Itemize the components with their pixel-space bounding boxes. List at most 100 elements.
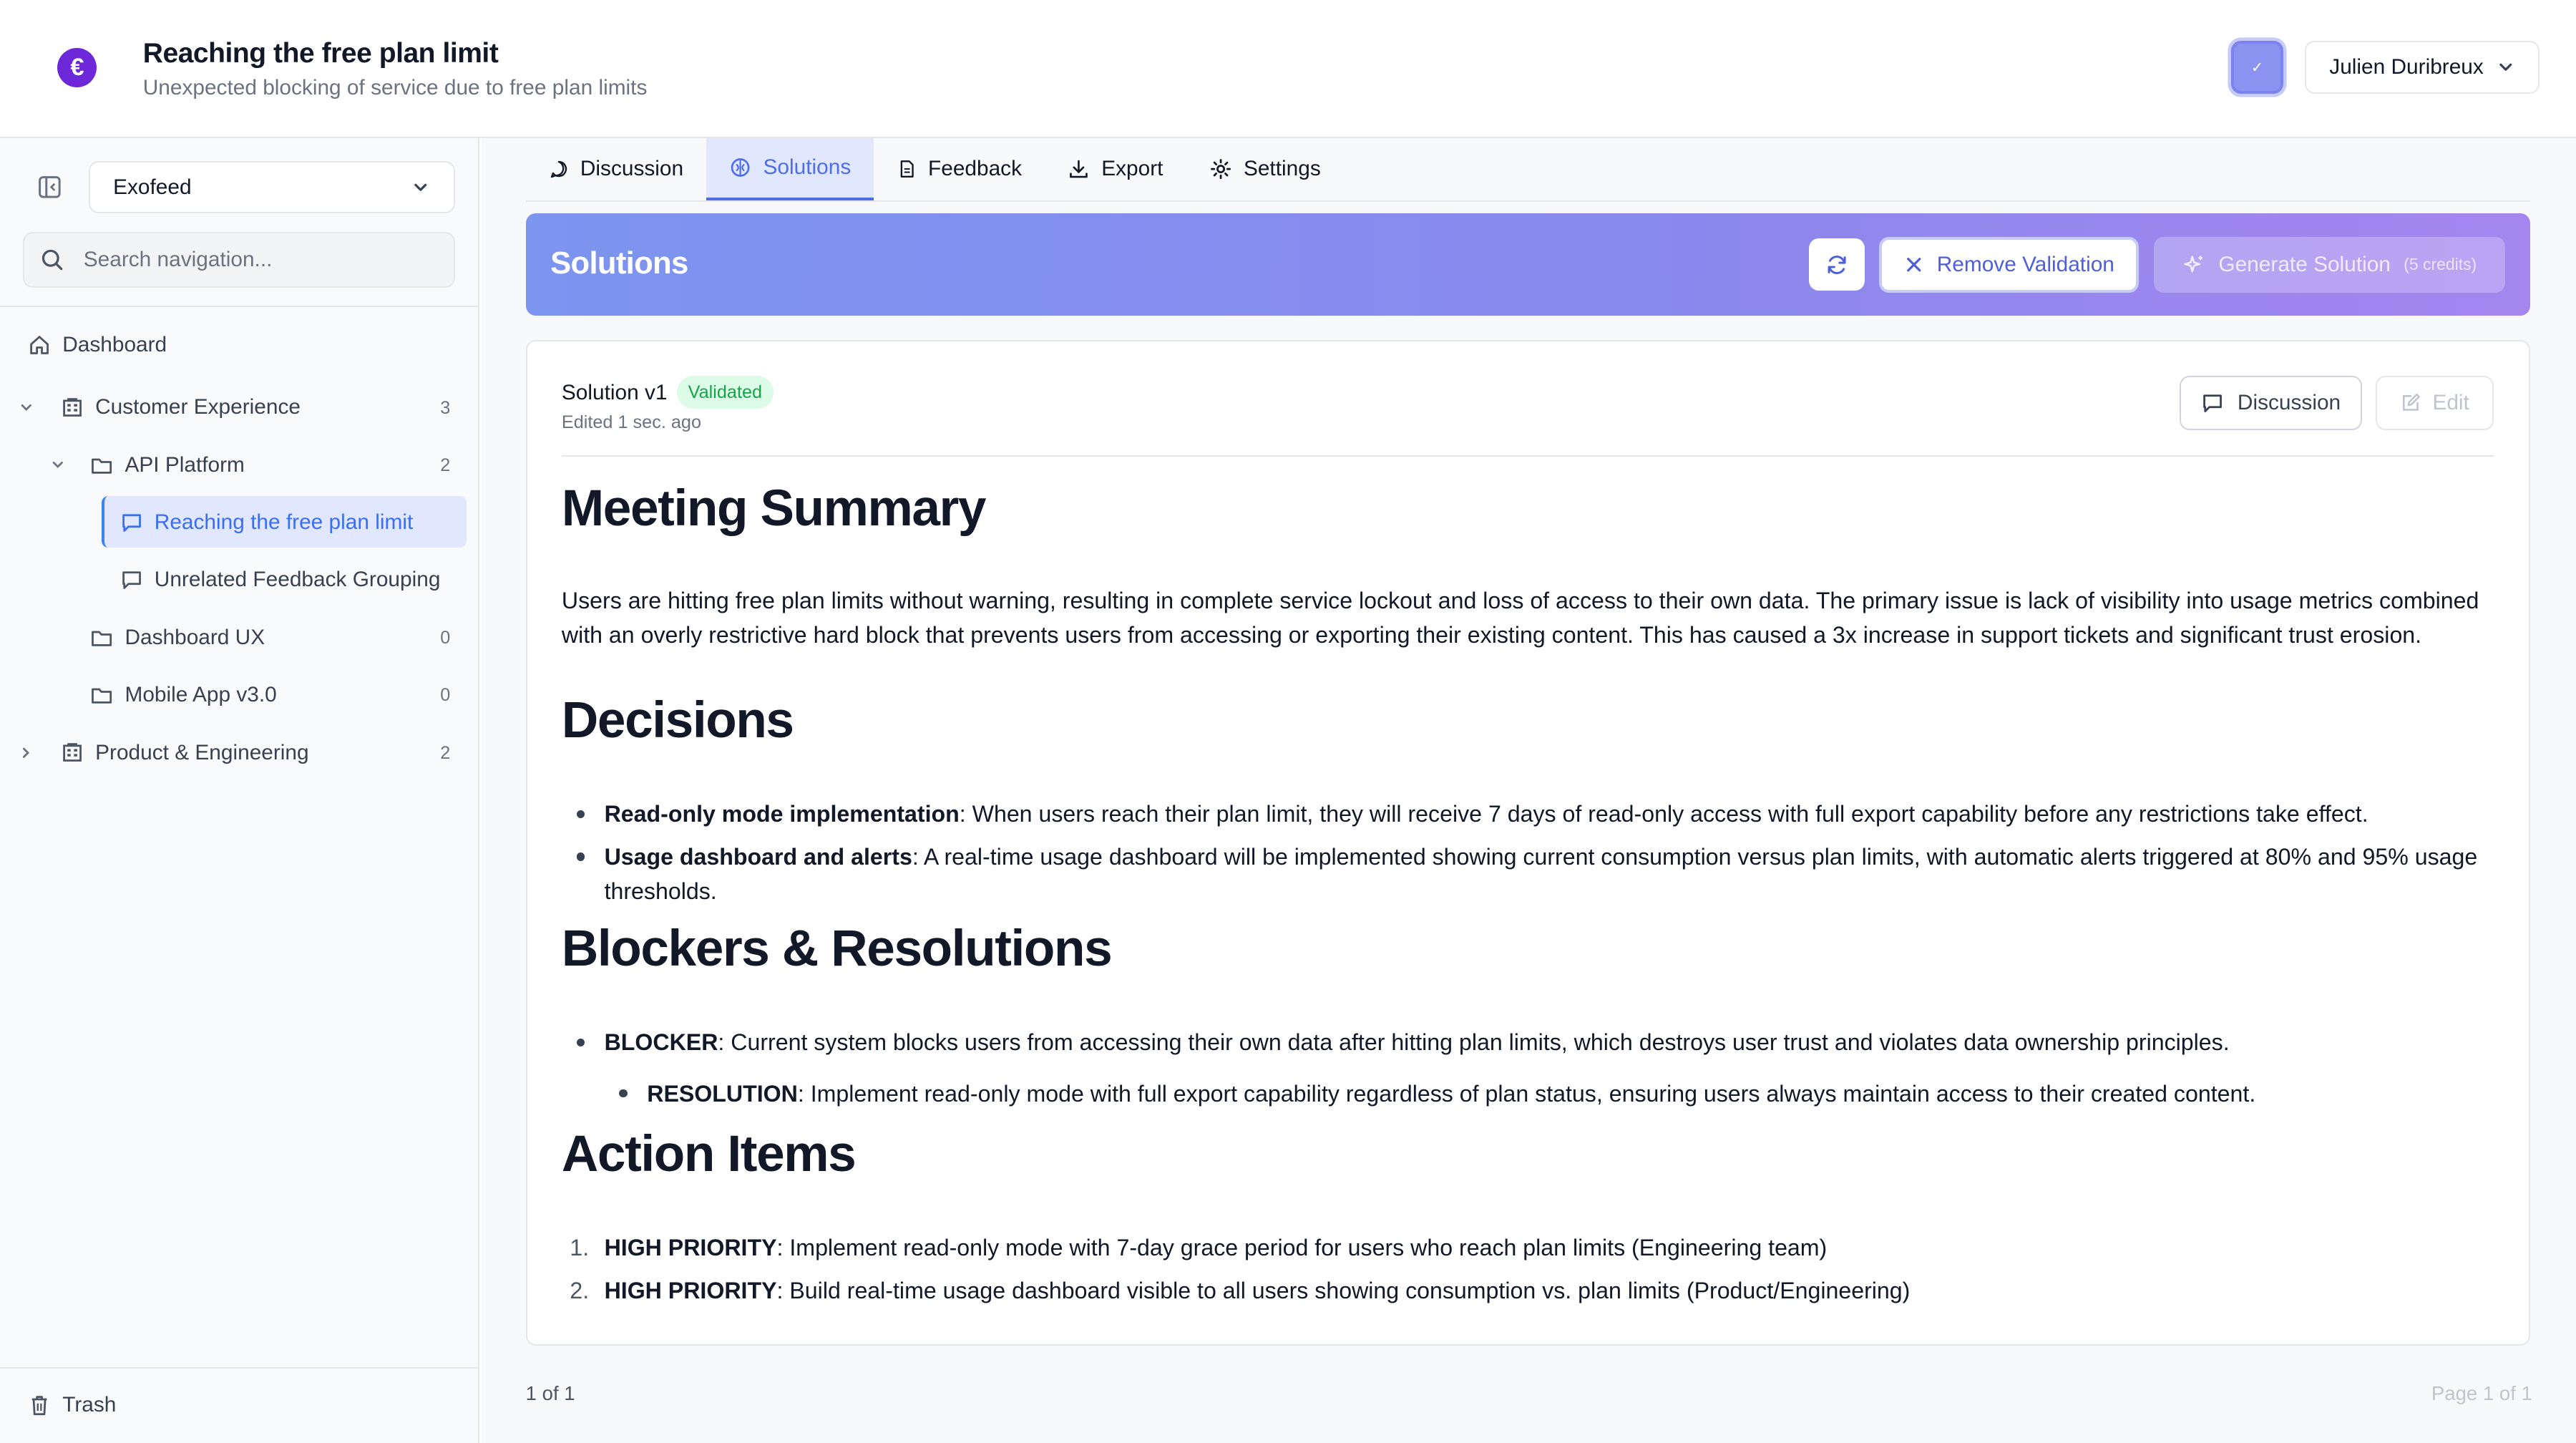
- workspace-select[interactable]: Exofeed: [88, 160, 455, 214]
- check-icon: ✓: [2250, 59, 2264, 76]
- edited-timestamp: Edited 1 sec. ago: [561, 412, 701, 432]
- item-count: 0: [440, 685, 451, 706]
- banner-title: Solutions: [550, 246, 688, 281]
- solution-version: Solution v1: [561, 381, 668, 405]
- list-item: BLOCKER: Current system blocks users fro…: [562, 1025, 2494, 1059]
- list-item-text: : Build real-time usage dashboard visibl…: [776, 1278, 1911, 1303]
- tab-solutions[interactable]: Solutions: [706, 137, 874, 201]
- list-number: 2.: [570, 1278, 590, 1303]
- sidebar: Exofeed Dashboard Customer Experience 3 …: [0, 137, 480, 1443]
- item-count: 3: [440, 397, 451, 418]
- refresh-icon: [1828, 255, 1846, 274]
- download-icon: [1070, 160, 1088, 178]
- message-icon: [122, 571, 141, 590]
- heading-blockers: Blockers & Resolutions: [561, 920, 1113, 978]
- discussion-label: Discussion: [2237, 391, 2341, 415]
- list-item-bold: Read-only mode implementation: [604, 801, 960, 827]
- sidebar-item-trash[interactable]: Trash: [28, 1381, 116, 1430]
- list-item: RESOLUTION: Implement read-only mode wit…: [562, 1077, 2494, 1111]
- sidebar-toggle-icon[interactable]: [36, 174, 63, 200]
- home-icon: [30, 336, 49, 354]
- message-icon: [2203, 394, 2223, 413]
- search-input[interactable]: [80, 246, 432, 273]
- folder-icon: [92, 688, 112, 704]
- sidebar-item-label: Unrelated Feedback Grouping: [154, 568, 441, 592]
- generate-solution-button[interactable]: Generate Solution (5 credits): [2153, 236, 2506, 293]
- tab-bar: Discussion Solutions Feedback Export Set…: [525, 137, 2530, 203]
- tab-label: Solutions: [763, 155, 852, 180]
- sidebar-item-label: Customer Experience: [95, 395, 301, 419]
- discussion-button[interactable]: Discussion: [2180, 376, 2363, 431]
- pagination-page: Page 1 of 1: [2431, 1381, 2532, 1404]
- sidebar-item-unrelated-feedback[interactable]: Unrelated Feedback Grouping: [120, 555, 441, 605]
- list-item: Read-only mode implementation: When user…: [562, 797, 2494, 831]
- tab-settings[interactable]: Settings: [1186, 138, 1344, 200]
- building-icon: [63, 398, 82, 417]
- tab-feedback[interactable]: Feedback: [874, 138, 1045, 200]
- folder-icon: [92, 458, 112, 474]
- sidebar-item-mobile-app[interactable]: Mobile App v3.0: [90, 671, 277, 720]
- heading-action-items: Action Items: [561, 1126, 857, 1183]
- sidebar-item-label: Dashboard: [62, 333, 167, 357]
- brain-icon: [731, 158, 750, 178]
- app-logo[interactable]: €: [57, 47, 97, 87]
- item-count: 0: [440, 628, 451, 648]
- main-area: Discussion Solutions Feedback Export Set…: [481, 137, 2576, 1443]
- sidebar-item-label: Mobile App v3.0: [125, 683, 277, 707]
- message-circle-icon: [550, 161, 567, 178]
- folder-icon: [92, 631, 112, 646]
- sidebar-item-dashboard[interactable]: Dashboard: [28, 321, 167, 370]
- trash-icon: [31, 1396, 47, 1415]
- user-menu-button[interactable]: Julien Duribreux: [2305, 41, 2540, 94]
- list-item: 2. HIGH PRIORITY: Build real-time usage …: [562, 1273, 2494, 1308]
- chevron-down-icon: [21, 404, 31, 411]
- tab-export[interactable]: Export: [1045, 138, 1186, 200]
- search-icon: [42, 249, 63, 270]
- list-item: 1. HIGH PRIORITY: Implement read-only mo…: [562, 1230, 2494, 1265]
- search-box: [23, 231, 455, 288]
- gear-icon: [1210, 159, 1231, 180]
- refresh-button[interactable]: [1808, 238, 1865, 291]
- summary-paragraph: Users are hitting free plan limits witho…: [561, 587, 2479, 648]
- edit-label: Edit: [2432, 391, 2469, 415]
- remove-validation-label: Remove Validation: [1936, 252, 2114, 276]
- sidebar-item-product-engineering[interactable]: Product & Engineering: [16, 728, 309, 777]
- tab-discussion[interactable]: Discussion: [526, 138, 707, 200]
- message-icon: [122, 514, 141, 532]
- item-count: 2: [440, 742, 451, 763]
- credits-label: (5 credits): [2404, 255, 2477, 274]
- status-badge: Validated: [676, 376, 774, 409]
- list-item-bold: HIGH PRIORITY: [604, 1278, 777, 1303]
- sidebar-item-label: Reaching the free plan limit: [154, 510, 414, 535]
- generate-solution-label: Generate Solution: [2218, 252, 2391, 276]
- page-subtitle: Unexpected blocking of service due to fr…: [142, 75, 648, 99]
- sidebar-item-reaching-free-plan-limit[interactable]: Reaching the free plan limit: [120, 498, 414, 548]
- solution-card: Solution v1 Validated Edited 1 sec. ago …: [525, 340, 2530, 1346]
- tab-label: Feedback: [928, 157, 1023, 181]
- solutions-banner: Solutions Remove Validation Generate Sol…: [525, 213, 2530, 316]
- sidebar-item-customer-experience[interactable]: Customer Experience: [16, 383, 301, 432]
- sidebar-item-label: Product & Engineering: [95, 740, 309, 764]
- file-text-icon: [900, 160, 914, 178]
- avatar[interactable]: ✓: [2230, 41, 2284, 94]
- tab-label: Export: [1101, 157, 1163, 181]
- remove-validation-button[interactable]: Remove Validation: [1879, 236, 2140, 293]
- list-item-text: : Implement read-only mode with 7-day gr…: [776, 1235, 1828, 1261]
- edit-button[interactable]: Edit: [2375, 376, 2494, 431]
- tab-label: Discussion: [580, 157, 684, 181]
- list-item-text: : Current system blocks users from acces…: [718, 1029, 2230, 1056]
- tab-label: Settings: [1243, 157, 1321, 181]
- close-icon: [1906, 257, 1921, 272]
- list-item-text: : Implement read-only mode with full exp…: [797, 1080, 2256, 1107]
- item-count: 2: [440, 455, 451, 475]
- list-item-bold: RESOLUTION: [647, 1080, 798, 1107]
- divider: [0, 306, 479, 308]
- top-bar: € Reaching the free plan limit Unexpecte…: [0, 0, 2576, 138]
- list-item-bold: Usage dashboard and alerts: [604, 843, 912, 870]
- page-title: Reaching the free plan limit: [142, 37, 499, 69]
- sidebar-item-dashboard-ux[interactable]: Dashboard UX: [90, 613, 265, 662]
- sidebar-item-api-platform[interactable]: API Platform: [48, 440, 245, 490]
- edit-icon: [2402, 394, 2420, 412]
- divider: [0, 1367, 479, 1369]
- heading-decisions: Decisions: [561, 692, 794, 749]
